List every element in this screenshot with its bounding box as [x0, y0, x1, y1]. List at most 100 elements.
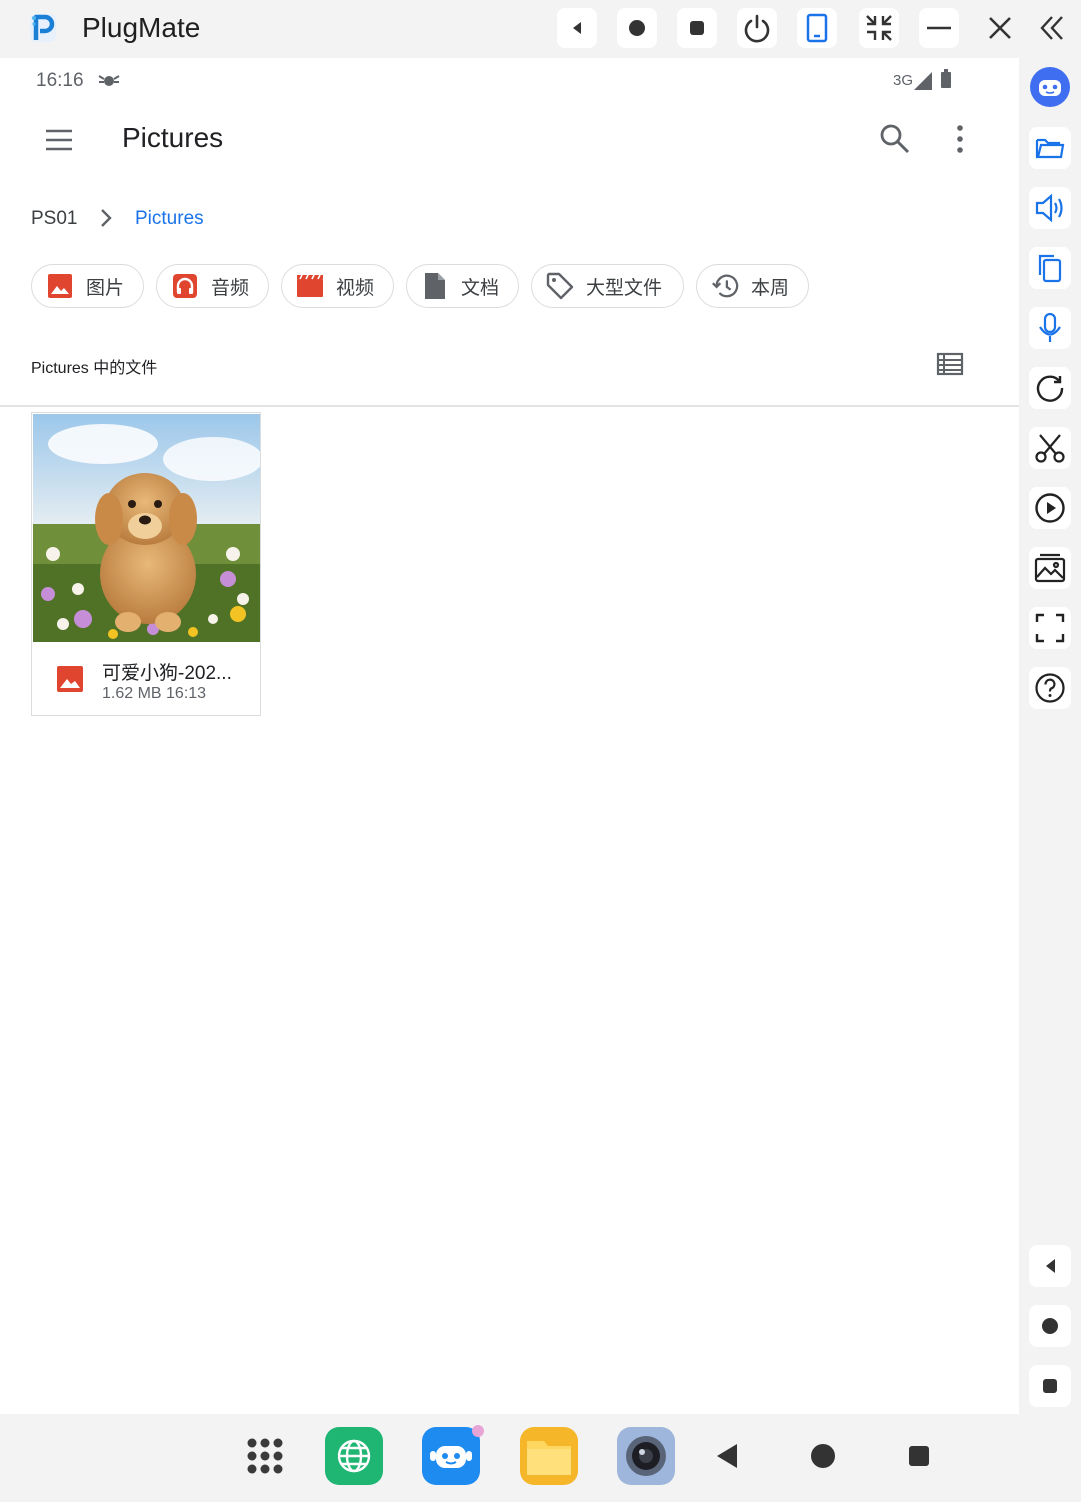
rotate-button[interactable]	[1029, 367, 1071, 409]
clipboard-button[interactable]	[1029, 247, 1071, 289]
recents-button[interactable]	[677, 8, 717, 48]
shrink-button[interactable]	[859, 8, 899, 48]
plugmate-logo-icon	[30, 14, 56, 42]
chip-large-files[interactable]: 大型文件	[531, 264, 684, 308]
back-button[interactable]	[557, 8, 597, 48]
window-title: PlugMate	[82, 12, 201, 43]
chip-documents[interactable]: 文档	[406, 264, 519, 308]
search-icon[interactable]	[878, 122, 912, 156]
notification-dot	[472, 1425, 484, 1437]
gallery-icon	[1034, 553, 1066, 583]
breadcrumb-current[interactable]: Pictures	[135, 208, 204, 230]
battery-icon	[941, 69, 951, 88]
chip-label: 视频	[336, 277, 375, 299]
shrink-icon	[866, 15, 892, 41]
robot-app-icon	[430, 1446, 472, 1468]
camera-app-icon	[626, 1436, 666, 1476]
camera-app[interactable]	[617, 1427, 675, 1485]
recents-icon	[909, 1446, 929, 1466]
minimize-button[interactable]	[919, 8, 959, 48]
volume-button[interactable]	[1029, 187, 1071, 229]
signal-icon	[914, 72, 932, 90]
nav-home-button[interactable]	[794, 1427, 852, 1485]
chevron-right-icon	[101, 209, 112, 227]
breadcrumb-root[interactable]: PS01	[31, 208, 77, 230]
gallery-button[interactable]	[1029, 547, 1071, 589]
list-view-icon[interactable]	[936, 352, 964, 376]
tool-sidebar	[1019, 58, 1081, 1502]
copy-icon	[1038, 254, 1062, 283]
nav-recents-button[interactable]	[890, 1427, 948, 1485]
section-label: Pictures 中的文件	[31, 360, 158, 377]
screenshot-cut-button[interactable]	[1029, 427, 1071, 469]
page-title: Pictures	[122, 122, 224, 153]
history-icon	[712, 274, 739, 298]
home-icon	[811, 1444, 835, 1468]
phone-icon	[806, 13, 828, 43]
nav-back-button[interactable]	[698, 1427, 756, 1485]
headphones-icon	[173, 274, 197, 298]
home-icon	[629, 20, 645, 36]
chip-label: 文档	[461, 277, 500, 299]
chip-images[interactable]: 图片	[31, 264, 144, 308]
power-icon	[744, 14, 770, 43]
scissors-icon	[1035, 434, 1065, 463]
phone-screen: 16:16 3G Pictures PS01 Pictures 图片 音频 视频…	[0, 58, 1019, 1414]
divider	[0, 405, 1019, 407]
image-file-icon	[57, 666, 83, 692]
apps-grid-button[interactable]	[236, 1427, 294, 1485]
back-icon	[573, 22, 581, 34]
file-transfer-button[interactable]	[1029, 127, 1071, 169]
back-icon	[717, 1444, 737, 1468]
fullscreen-button[interactable]	[1029, 607, 1071, 649]
collapse-icon	[1040, 16, 1063, 40]
minimize-icon	[927, 26, 951, 30]
close-icon	[989, 17, 1011, 39]
fullscreen-icon	[1035, 613, 1065, 643]
rotate-icon	[1036, 375, 1064, 402]
recents-icon	[1043, 1379, 1057, 1393]
status-time: 16:16	[36, 70, 84, 91]
puppy-thumbnail	[33, 414, 260, 642]
chip-video[interactable]: 视频	[281, 264, 394, 308]
chip-label: 本周	[751, 277, 790, 299]
file-card[interactable]: 可爱小狗-202... 1.62 MB 16:13	[31, 412, 261, 716]
image-icon	[48, 274, 72, 298]
chip-this-week[interactable]: 本周	[696, 264, 809, 308]
taskbar	[0, 1414, 1019, 1502]
record-button[interactable]	[1029, 487, 1071, 529]
document-icon	[425, 273, 445, 299]
sidebar-recents-button[interactable]	[1029, 1365, 1071, 1407]
chip-label: 大型文件	[586, 277, 663, 299]
files-app[interactable]	[520, 1427, 578, 1485]
phone-mode-button[interactable]	[797, 8, 837, 48]
power-button[interactable]	[737, 8, 777, 48]
browser-app[interactable]	[325, 1427, 383, 1485]
play-icon	[1035, 493, 1065, 523]
video-icon	[297, 274, 323, 297]
menu-icon[interactable]	[44, 125, 74, 155]
back-icon	[1046, 1259, 1055, 1273]
help-icon	[1035, 673, 1065, 703]
home-icon	[1042, 1318, 1058, 1334]
close-button[interactable]	[980, 8, 1020, 48]
help-button[interactable]	[1029, 667, 1071, 709]
assistant-button[interactable]	[1029, 66, 1071, 108]
apps-grid-icon	[247, 1438, 283, 1474]
microphone-button[interactable]	[1029, 307, 1071, 349]
tag-icon	[546, 272, 574, 300]
browser-icon	[337, 1439, 371, 1473]
network-type: 3G	[893, 72, 914, 89]
collapse-sidebar-button[interactable]	[1032, 8, 1072, 48]
volume-icon	[1035, 193, 1063, 223]
robot-app[interactable]	[422, 1425, 484, 1485]
debug-icon	[98, 75, 120, 86]
file-name: 可爱小狗-202...	[102, 663, 232, 684]
window-titlebar: PlugMate	[0, 0, 1081, 58]
sidebar-home-button[interactable]	[1029, 1305, 1071, 1347]
sidebar-back-button[interactable]	[1029, 1245, 1071, 1287]
more-options-icon[interactable]	[946, 122, 974, 156]
file-meta: 1.62 MB 16:13	[102, 685, 207, 702]
chip-audio[interactable]: 音频	[156, 264, 269, 308]
home-button[interactable]	[617, 8, 657, 48]
